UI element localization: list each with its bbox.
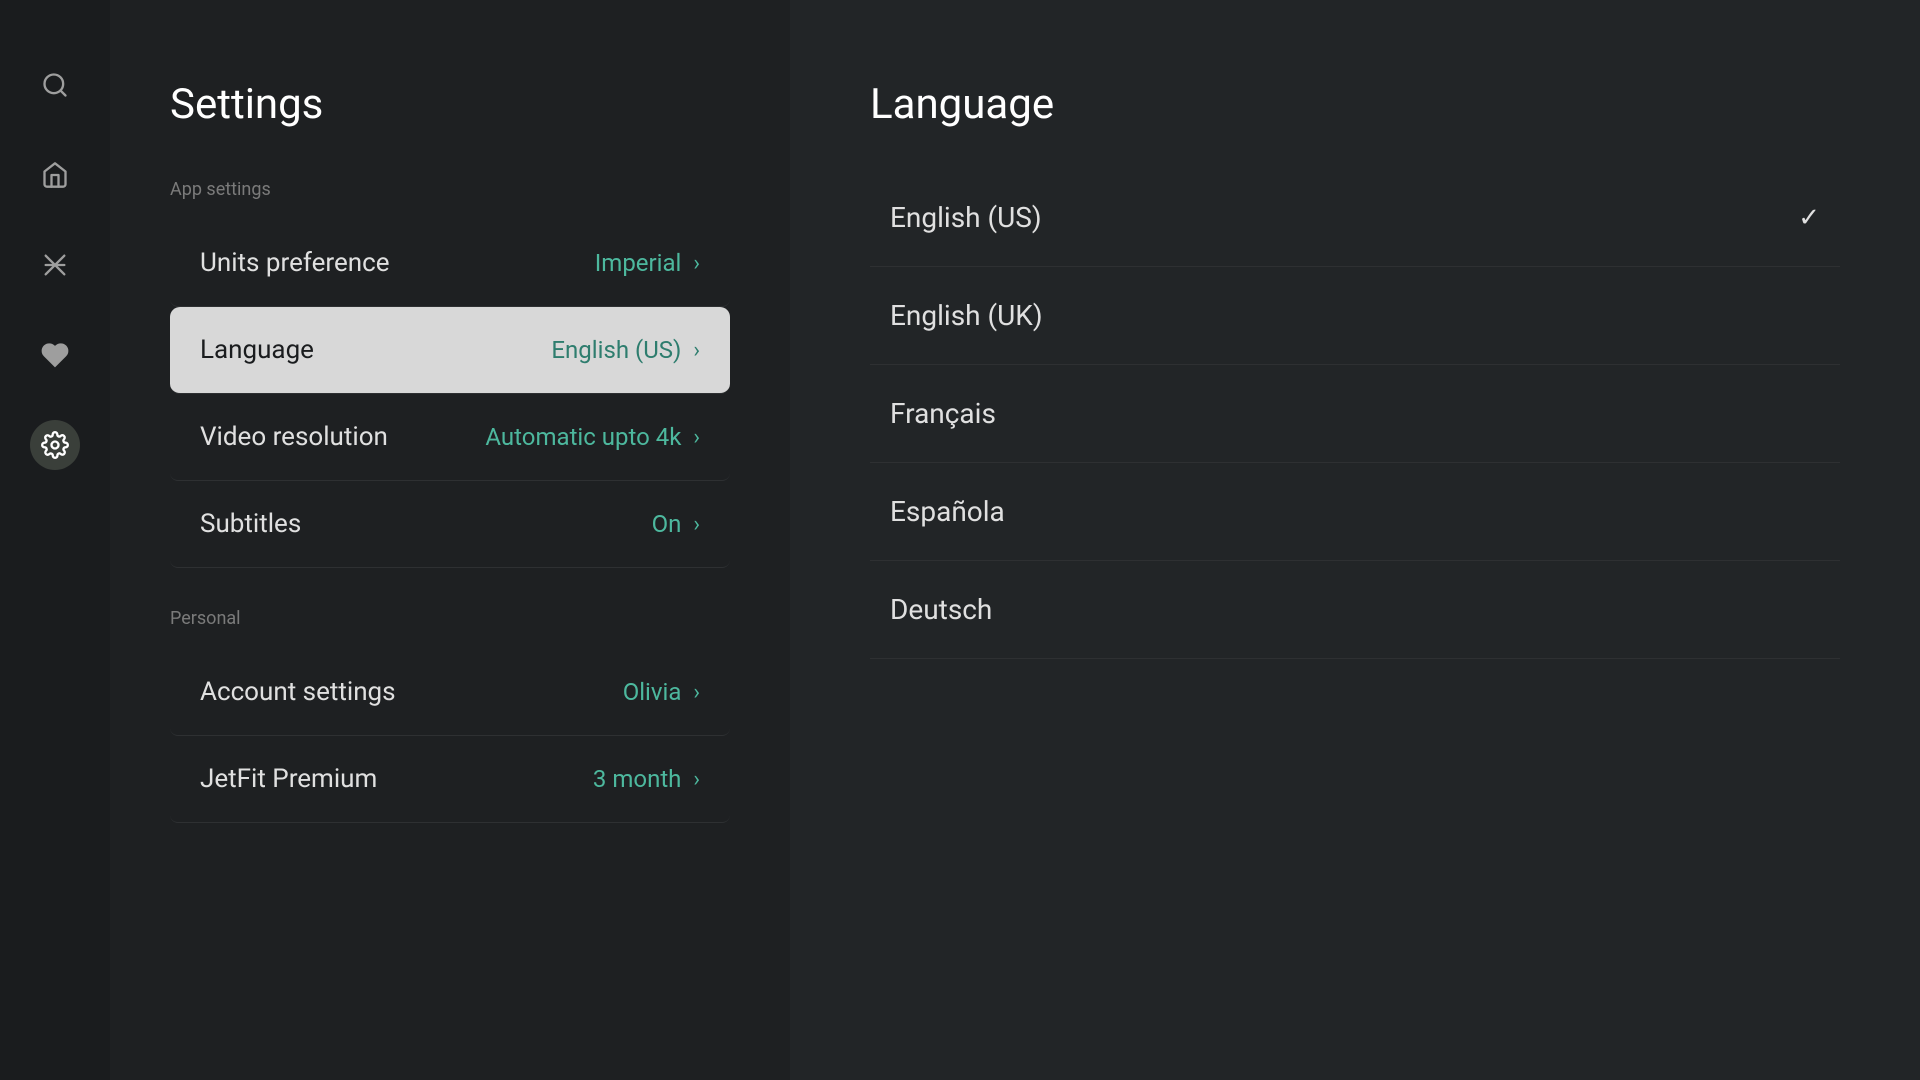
units-preference-item[interactable]: Units preference Imperial › bbox=[170, 220, 730, 307]
language-panel: Language English (US) ✓ English (UK) Fra… bbox=[790, 0, 1920, 1080]
units-preference-label: Units preference bbox=[200, 248, 390, 278]
search-icon[interactable] bbox=[30, 60, 80, 110]
tools-icon[interactable] bbox=[30, 240, 80, 290]
language-right: English (US) › bbox=[551, 336, 700, 364]
heart-icon[interactable] bbox=[30, 330, 80, 380]
subtitles-item[interactable]: Subtitles On › bbox=[170, 481, 730, 568]
account-settings-item[interactable]: Account settings Olivia › bbox=[170, 649, 730, 736]
personal-label: Personal bbox=[170, 608, 730, 629]
language-espanola-label: Española bbox=[890, 495, 1005, 528]
personal-section: Personal Account settings Olivia › JetFi… bbox=[170, 608, 730, 823]
language-english-us[interactable]: English (US) ✓ bbox=[870, 169, 1840, 267]
subtitles-value: On bbox=[652, 510, 682, 538]
personal-settings-list: Account settings Olivia › JetFit Premium… bbox=[170, 649, 730, 823]
language-francais[interactable]: Français bbox=[870, 365, 1840, 463]
jetfit-premium-label: JetFit Premium bbox=[200, 764, 377, 794]
video-resolution-chevron: › bbox=[693, 425, 700, 450]
subtitles-label: Subtitles bbox=[200, 509, 301, 539]
sidebar bbox=[0, 0, 110, 1080]
video-resolution-right: Automatic upto 4k › bbox=[485, 423, 700, 451]
language-francais-label: Français bbox=[890, 397, 996, 430]
home-icon[interactable] bbox=[30, 150, 80, 200]
jetfit-premium-item[interactable]: JetFit Premium 3 month › bbox=[170, 736, 730, 823]
language-english-uk-label: English (UK) bbox=[890, 299, 1043, 332]
account-settings-right: Olivia › bbox=[623, 678, 700, 706]
language-english-uk[interactable]: English (UK) bbox=[870, 267, 1840, 365]
language-value: English (US) bbox=[551, 336, 681, 364]
video-resolution-value: Automatic upto 4k bbox=[485, 423, 681, 451]
settings-icon[interactable] bbox=[30, 420, 80, 470]
units-preference-chevron: › bbox=[693, 251, 700, 276]
app-settings-list: Units preference Imperial › Language Eng… bbox=[170, 220, 730, 568]
video-resolution-item[interactable]: Video resolution Automatic upto 4k › bbox=[170, 394, 730, 481]
jetfit-premium-value: 3 month bbox=[593, 765, 682, 793]
video-resolution-label: Video resolution bbox=[200, 422, 388, 452]
subtitles-right: On › bbox=[652, 510, 700, 538]
language-deutsch[interactable]: Deutsch bbox=[870, 561, 1840, 659]
language-deutsch-label: Deutsch bbox=[890, 593, 992, 626]
units-preference-value: Imperial bbox=[595, 249, 682, 277]
account-settings-value: Olivia bbox=[623, 678, 682, 706]
jetfit-premium-right: 3 month › bbox=[593, 765, 700, 793]
language-english-us-label: English (US) bbox=[890, 201, 1042, 234]
language-panel-title: Language bbox=[870, 80, 1840, 129]
subtitles-chevron: › bbox=[693, 512, 700, 537]
language-espanola[interactable]: Española bbox=[870, 463, 1840, 561]
language-chevron: › bbox=[693, 338, 700, 363]
jetfit-premium-chevron: › bbox=[693, 767, 700, 792]
settings-panel: Settings App settings Units preference I… bbox=[110, 0, 790, 1080]
account-settings-label: Account settings bbox=[200, 677, 396, 707]
language-item[interactable]: Language English (US) › bbox=[170, 307, 730, 394]
language-label: Language bbox=[200, 335, 314, 365]
page-title: Settings bbox=[170, 80, 730, 129]
account-settings-chevron: › bbox=[693, 680, 700, 705]
language-english-us-checkmark: ✓ bbox=[1798, 203, 1820, 233]
units-preference-right: Imperial › bbox=[595, 249, 700, 277]
language-list: English (US) ✓ English (UK) Français Esp… bbox=[870, 169, 1840, 659]
app-settings-label: App settings bbox=[170, 179, 730, 200]
